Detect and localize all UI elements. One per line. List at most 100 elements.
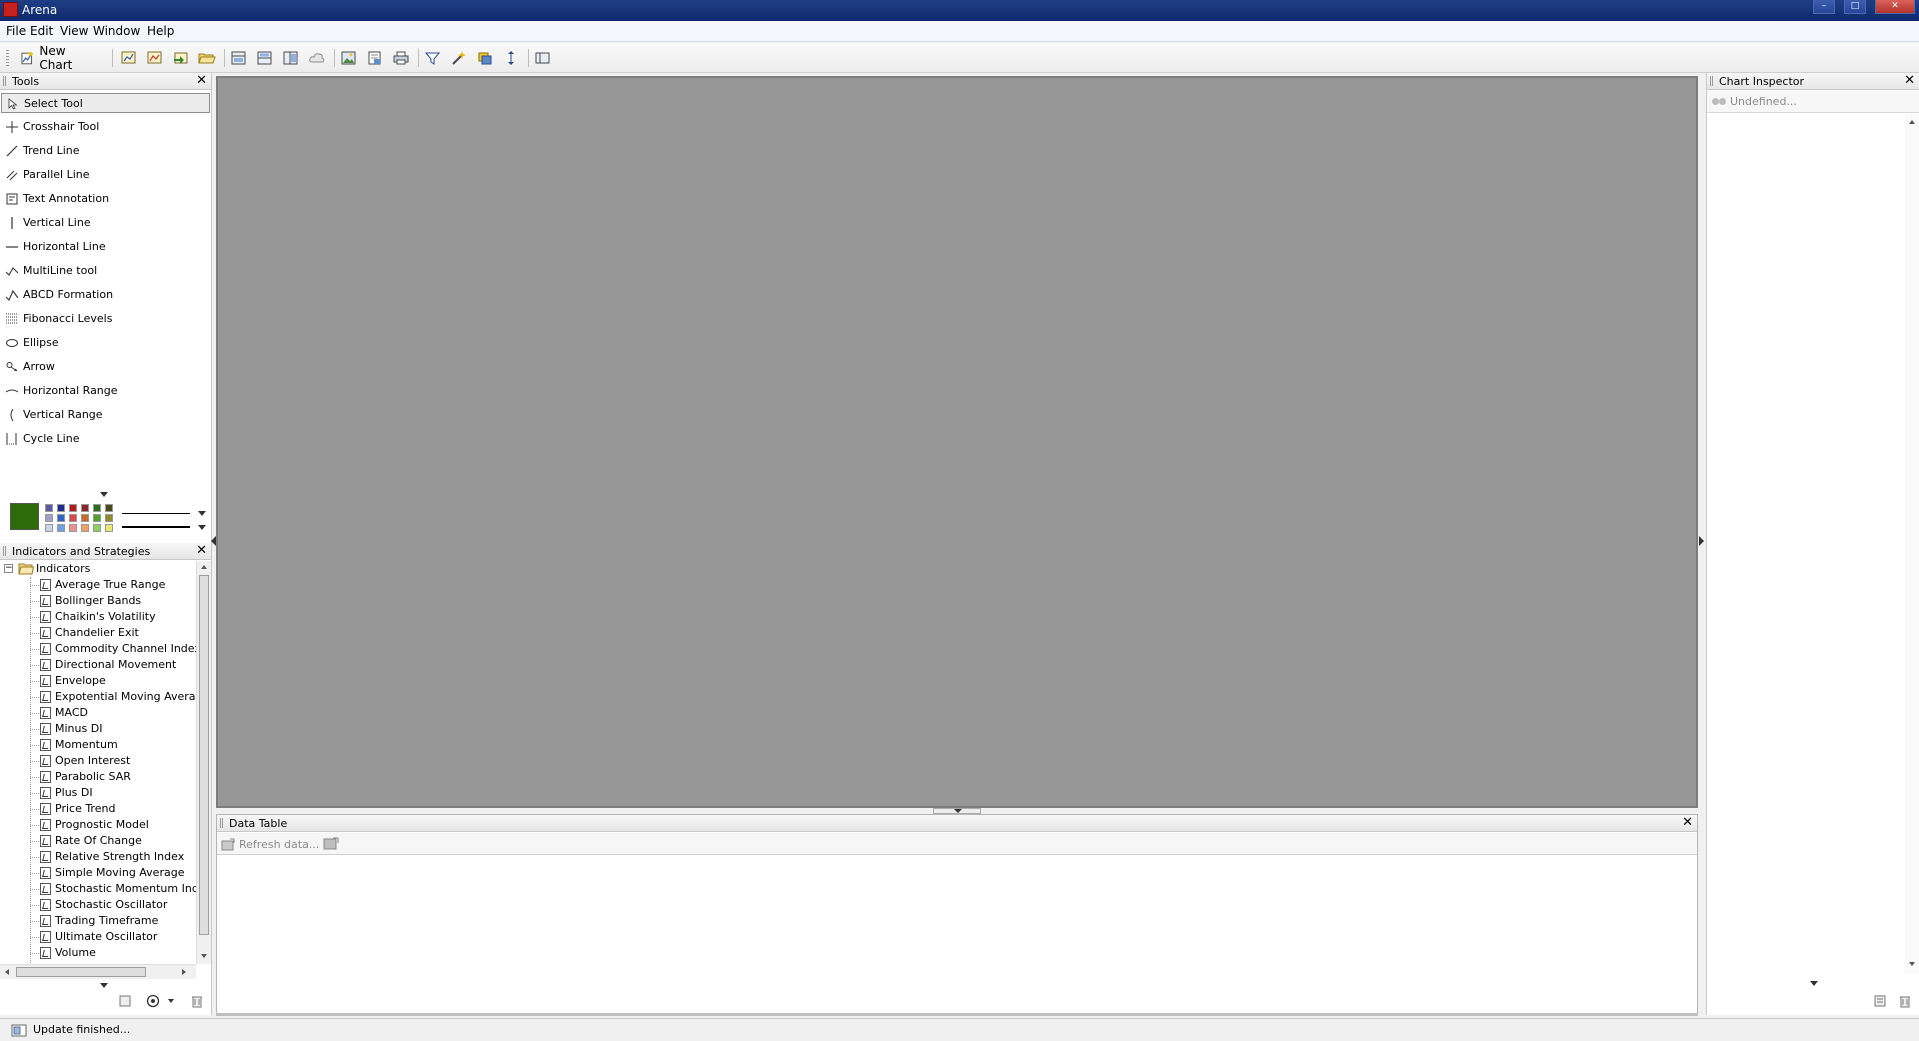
tool-trend-line[interactable]: Trend Line	[1, 141, 210, 161]
indicator-item[interactable]: Minus DI	[0, 721, 196, 737]
indicator-item[interactable]: Plus DI	[0, 785, 196, 801]
color-swatch[interactable]	[45, 504, 53, 512]
right-panel-collapse-arrow[interactable]	[1699, 536, 1704, 546]
image-icon[interactable]	[340, 50, 358, 66]
tool-crosshair[interactable]: Crosshair Tool	[1, 117, 210, 137]
scrollbar-thumb[interactable]	[199, 575, 209, 935]
indicator-item[interactable]: Relative Strength Index	[0, 849, 196, 865]
indicator-item[interactable]: Simple Moving Average	[0, 865, 196, 881]
list-view-icon[interactable]	[119, 995, 131, 1007]
import-icon[interactable]	[172, 50, 190, 66]
color-swatch[interactable]	[105, 524, 113, 532]
color-swatch[interactable]	[57, 524, 65, 532]
panel-grip[interactable]	[220, 818, 224, 828]
indicators-vertical-scrollbar[interactable]	[196, 561, 211, 964]
scroll-up-arrow[interactable]	[201, 565, 207, 569]
indicator-item[interactable]: Stochastic Oscillator	[0, 897, 196, 913]
indicator-item[interactable]: Commodity Channel Index	[0, 641, 196, 657]
menu-edit[interactable]: Edit	[30, 24, 53, 38]
close-icon[interactable]: ✕	[196, 73, 207, 88]
close-button[interactable]: ✕	[1875, 0, 1915, 14]
tool-text-annotation[interactable]: Text Annotation	[1, 189, 210, 209]
tool-multiline[interactable]: MultiLine tool	[1, 261, 210, 281]
indicator-item[interactable]: Expotential Moving Average	[0, 689, 196, 705]
color-swatch[interactable]	[57, 504, 65, 512]
color-swatch[interactable]	[105, 514, 113, 522]
indicators-horizontal-scrollbar[interactable]	[0, 964, 196, 979]
sort-icon[interactable]	[502, 50, 520, 66]
indicator-item[interactable]: MACD	[0, 705, 196, 721]
scroll-right-arrow[interactable]	[182, 969, 186, 975]
tool-fibonacci-levels[interactable]: Fibonacci Levels	[1, 309, 210, 329]
color-swatch[interactable]	[69, 504, 77, 512]
indicator-item[interactable]: Prognostic Model	[0, 817, 196, 833]
inspector-selector[interactable]: Undefined...	[1707, 91, 1919, 113]
wand-icon[interactable]	[450, 50, 468, 66]
indicator-item[interactable]: Volume	[0, 945, 196, 961]
panel-grip[interactable]	[3, 546, 7, 556]
color-swatch[interactable]	[81, 514, 89, 522]
close-icon[interactable]: ✕	[196, 543, 207, 558]
layout-3-icon[interactable]	[282, 50, 300, 66]
layout-2-icon[interactable]	[256, 50, 274, 66]
indicator-item[interactable]: Momentum	[0, 737, 196, 753]
tool-select[interactable]: Select Tool	[1, 93, 210, 113]
chevron-down-icon[interactable]	[1810, 981, 1818, 986]
indicator-item[interactable]: Bollinger Bands	[0, 593, 196, 609]
menu-window[interactable]: Window	[93, 24, 140, 38]
menu-file[interactable]: File	[6, 24, 26, 38]
cloud-icon[interactable]	[308, 50, 326, 66]
scroll-down-arrow[interactable]	[201, 954, 207, 958]
open-chart-icon[interactable]	[120, 50, 138, 66]
scroll-up-arrow[interactable]	[1909, 120, 1915, 124]
color-swatch[interactable]	[81, 504, 89, 512]
indicator-item[interactable]: Chandelier Exit	[0, 625, 196, 641]
tool-abcd-formation[interactable]: ABCD Formation	[1, 285, 210, 305]
panel-splitter[interactable]	[216, 1013, 1698, 1016]
color-swatch[interactable]	[81, 524, 89, 532]
close-icon[interactable]: ✕	[1904, 73, 1915, 88]
panel-grip[interactable]	[1710, 76, 1714, 86]
color-swatch[interactable]	[105, 504, 113, 512]
export-data-icon[interactable]	[323, 837, 339, 851]
indicator-item[interactable]: Open Interest	[0, 753, 196, 769]
indicator-item[interactable]: Parabolic SAR	[0, 769, 196, 785]
inspector-vertical-scrollbar[interactable]	[1905, 114, 1919, 974]
close-icon[interactable]: ✕	[1682, 815, 1693, 830]
chart-area[interactable]	[216, 76, 1698, 808]
tool-cycle-line[interactable]: Cycle Line	[1, 429, 210, 449]
indicator-item[interactable]: Price Trend	[0, 801, 196, 817]
menu-help[interactable]: Help	[147, 24, 174, 38]
tree-root-indicators[interactable]: − Indicators	[0, 561, 196, 577]
indicator-item[interactable]: Chaikin's Volatility	[0, 609, 196, 625]
tool-vertical-range[interactable]: Vertical Range	[1, 405, 210, 425]
indicator-item[interactable]: Trading Timeframe	[0, 913, 196, 929]
maximize-button[interactable]: □	[1844, 0, 1866, 14]
panel-grip[interactable]	[3, 76, 7, 86]
indicator-item[interactable]: Directional Movement	[0, 657, 196, 673]
trash-icon[interactable]	[191, 994, 203, 1008]
print-icon[interactable]	[392, 50, 410, 66]
scrollbar-thumb[interactable]	[16, 967, 146, 977]
chevron-down-icon[interactable]	[100, 983, 108, 988]
globe-icon[interactable]	[146, 994, 160, 1008]
indicator-item[interactable]: Stochastic Momentum Index	[0, 881, 196, 897]
save-chart-icon[interactable]	[146, 50, 164, 66]
toolbar-grip[interactable]	[6, 50, 9, 66]
color-swatch[interactable]	[69, 514, 77, 522]
color-swatch[interactable]	[69, 524, 77, 532]
window-icon[interactable]	[534, 50, 552, 66]
chevron-down-icon[interactable]	[100, 492, 108, 497]
scroll-left-arrow[interactable]	[5, 969, 9, 975]
color-swatch[interactable]	[93, 504, 101, 512]
chevron-down-icon[interactable]	[168, 999, 174, 1003]
color-swatch[interactable]	[93, 514, 101, 522]
filter-icon[interactable]	[424, 50, 442, 66]
indicator-item[interactable]: Envelope	[0, 673, 196, 689]
color-swatch[interactable]	[57, 514, 65, 522]
refresh-data-button[interactable]: Refresh data...	[221, 836, 319, 852]
new-chart-button[interactable]: New Chart	[20, 44, 100, 72]
trash-icon[interactable]	[1899, 994, 1911, 1008]
color-swatch[interactable]	[93, 524, 101, 532]
current-color-swatch[interactable]	[10, 503, 39, 530]
